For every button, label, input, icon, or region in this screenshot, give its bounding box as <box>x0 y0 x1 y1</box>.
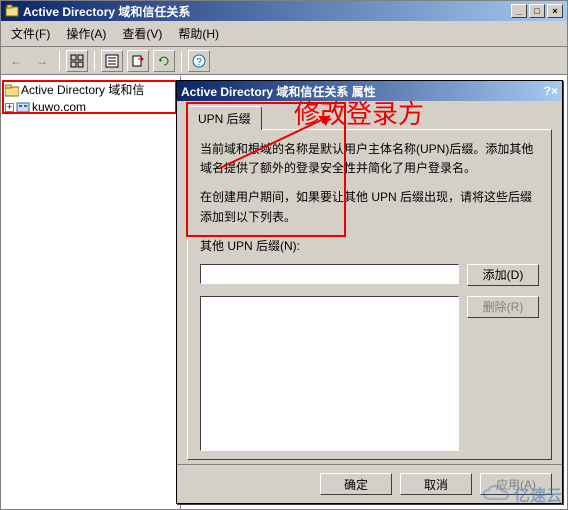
toolbar-separator <box>181 51 182 71</box>
menu-help[interactable]: 帮助(H) <box>172 23 225 44</box>
domain-icon <box>16 100 30 114</box>
app-icon <box>5 4 19 18</box>
tab-panel: 当前域和根域的名称是默认用户主体名称(UPN)后缀。添加其他域名提供了额外的登录… <box>187 129 552 460</box>
watermark-text: 亿速云 <box>514 482 562 506</box>
tree-child-label: kuwo.com <box>32 100 86 114</box>
tree-child[interactable]: + kuwo.com <box>3 99 178 115</box>
expand-icon[interactable]: + <box>5 103 14 112</box>
menubar: 文件(F) 操作(A) 查看(V) 帮助(H) <box>1 21 567 47</box>
forward-button: → <box>31 50 53 72</box>
upn-suffix-list[interactable] <box>200 296 459 451</box>
tab-upn-suffix[interactable]: UPN 后缀 <box>187 106 262 130</box>
toolbar-separator <box>94 51 95 71</box>
properties-icon <box>105 54 119 68</box>
other-upn-label: 其他 UPN 后缀(N): <box>200 237 539 254</box>
help-button[interactable]: ? <box>188 50 210 72</box>
refresh-button[interactable] <box>153 50 175 72</box>
svg-text:?: ? <box>196 57 202 68</box>
list-row: 删除(R) <box>200 296 539 451</box>
dialog-help-button[interactable]: ? <box>544 84 551 98</box>
dialog-title-text: Active Directory 域和信任关系 属性 <box>181 83 376 100</box>
folder-tree-icon <box>5 83 19 97</box>
help-icon: ? <box>192 54 206 68</box>
close-button[interactable]: × <box>547 4 563 18</box>
tree-pane: Active Directory 域和信 + kuwo.com <box>1 76 181 509</box>
main-titlebar: Active Directory 域和信任关系 _ □ × <box>1 1 567 21</box>
dialog-titlebar: Active Directory 域和信任关系 属性 ? × <box>177 81 562 101</box>
export-button[interactable] <box>127 50 149 72</box>
menu-file[interactable]: 文件(F) <box>5 23 56 44</box>
cancel-button[interactable]: 取消 <box>400 473 472 495</box>
watermark: 亿速云 <box>482 482 562 506</box>
minimize-button[interactable]: _ <box>511 4 527 18</box>
back-button: ← <box>5 50 27 72</box>
menu-view[interactable]: 查看(V) <box>116 23 168 44</box>
tree-root-label: Active Directory 域和信 <box>21 81 144 98</box>
up-button[interactable] <box>66 50 88 72</box>
properties-dialog: Active Directory 域和信任关系 属性 ? × UPN 后缀 当前… <box>176 80 563 504</box>
remove-button: 删除(R) <box>467 296 539 318</box>
properties-button[interactable] <box>101 50 123 72</box>
upn-suffix-input[interactable] <box>200 264 459 284</box>
input-row: 添加(D) <box>200 264 539 286</box>
toolbar-separator <box>59 51 60 71</box>
add-button[interactable]: 添加(D) <box>467 264 539 286</box>
toolbar: ← → ? <box>1 47 567 75</box>
main-title-text: Active Directory 域和信任关系 <box>23 3 190 20</box>
maximize-button[interactable]: □ <box>529 4 545 18</box>
description-2: 在创建用户期间，如果要让其他 UPN 后缀出现，请将这些后缀添加到以下列表。 <box>200 188 539 226</box>
export-icon <box>131 54 145 68</box>
grid-icon <box>70 54 84 68</box>
ok-button[interactable]: 确定 <box>320 473 392 495</box>
tabstrip: UPN 后缀 <box>187 107 552 129</box>
tree-root[interactable]: Active Directory 域和信 <box>3 80 178 99</box>
dialog-close-button[interactable]: × <box>551 84 558 98</box>
refresh-icon <box>157 54 171 68</box>
dialog-body: UPN 后缀 当前域和根域的名称是默认用户主体名称(UPN)后缀。添加其他域名提… <box>177 101 562 464</box>
menu-action[interactable]: 操作(A) <box>60 23 112 44</box>
description-1: 当前域和根域的名称是默认用户主体名称(UPN)后缀。添加其他域名提供了额外的登录… <box>200 140 539 178</box>
cloud-icon <box>482 484 510 504</box>
